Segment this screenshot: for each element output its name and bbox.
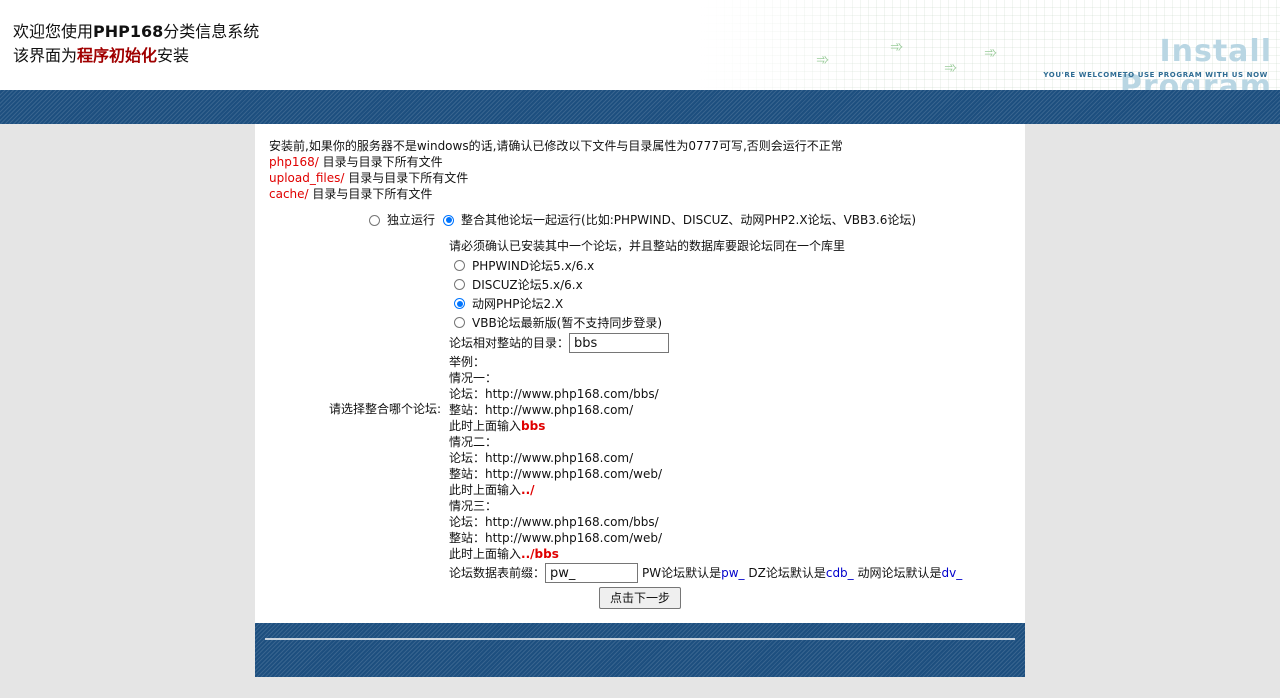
arrow-icon: ➾ <box>890 37 904 56</box>
table-prefix-input[interactable] <box>545 563 639 583</box>
forum-option-discuz[interactable]: DISCUZ论坛5.x/6.x <box>454 275 1019 294</box>
header: 欢迎您使用PHP168分类信息系统 该界面为程序初始化安装 ➾ ➾ ➾ ➾ In… <box>0 0 1280 90</box>
case-input-hint: 此时上面输入../bbs <box>449 546 1019 562</box>
forum-dir-label: 论坛相对整站的目录： <box>449 336 570 350</box>
welcome-text: 欢迎您使用PHP168分类信息系统 该界面为程序初始化安装 <box>13 20 259 68</box>
run-mode-row: 独立运行 整合其他论坛一起运行(比如:PHPWIND、DISCUZ、动网PHP2… <box>369 212 916 228</box>
forum-option-vbb[interactable]: VBB论坛最新版(暂不支持同步登录) <box>454 313 1019 332</box>
dz-default-label: DZ论坛默认是 <box>744 566 826 580</box>
path-cache: cache/ <box>269 187 309 201</box>
case-site-url: 整站：http://www.php168.com/web/ <box>449 467 663 481</box>
case-input-hint: 此时上面输入../ <box>449 482 1019 498</box>
case-input-prefix: 此时上面输入 <box>449 547 522 561</box>
forum-option-label[interactable]: VBB论坛最新版(暂不支持同步登录) <box>472 315 662 331</box>
forum-dir-row: 论坛相对整站的目录： <box>449 332 1019 354</box>
standalone-label[interactable]: 独立运行 <box>387 212 435 228</box>
integrated-radio[interactable] <box>443 214 455 226</box>
case-input-value: bbs <box>521 419 546 433</box>
forum-option-label[interactable]: DISCUZ论坛5.x/6.x <box>472 277 583 293</box>
path-line: upload_files/ 目录与目录下所有文件 <box>269 170 843 186</box>
app-name: PHP168 <box>93 22 164 41</box>
integrated-label[interactable]: 整合其他论坛一起运行(比如:PHPWIND、DISCUZ、动网PHP2.X论坛、… <box>461 212 916 228</box>
forum-instruction: 请必须确认已安装其中一个论坛，并且整站的数据库要跟论坛同在一个库里 <box>449 239 846 253</box>
install-form: 安装前,如果你的服务器不是windows的话,请确认已修改以下文件与目录属性为0… <box>255 124 1025 623</box>
next-step-button[interactable]: 点击下一步 <box>599 587 681 609</box>
footer-band <box>255 623 1025 677</box>
subtitle-highlight: 程序初始化 <box>77 46 158 65</box>
pw-default-value: pw_ <box>721 566 745 580</box>
example-title: 举例： <box>449 355 486 369</box>
forum-radio[interactable] <box>454 260 465 271</box>
arrow-icon: ➾ <box>944 58 958 77</box>
forum-radio[interactable] <box>454 317 465 328</box>
case-input-hint: 此时上面输入bbs <box>449 418 1019 434</box>
case-site-url: 整站：http://www.php168.com/ <box>449 403 634 417</box>
table-prefix-row: 论坛数据表前缀： PW论坛默认是pw_ DZ论坛默认是cdb_ 动网论坛默认是d… <box>449 562 1019 584</box>
forum-select-label: 请选择整合哪个论坛: <box>329 402 442 416</box>
dz-default-value: cdb_ <box>825 566 854 580</box>
forum-radio[interactable] <box>454 298 465 309</box>
path-line: php168/ 目录与目录下所有文件 <box>269 154 843 170</box>
case-input-value: ../bbs <box>521 547 559 561</box>
forum-radio[interactable] <box>454 279 465 290</box>
forum-options: 请必须确认已安装其中一个论坛，并且整站的数据库要跟论坛同在一个库里 PHPWIN… <box>449 237 1019 584</box>
case-forum-url: 论坛：http://www.php168.com/ <box>449 451 634 465</box>
header-band <box>0 90 1280 124</box>
path-desc: 目录与目录下所有文件 <box>308 187 433 201</box>
path-desc: 目录与目录下所有文件 <box>318 155 443 169</box>
table-prefix-label: 论坛数据表前缀： <box>449 566 546 580</box>
path-line: cache/ 目录与目录下所有文件 <box>269 186 843 202</box>
install-program-tagline: YOU'RE WELCOMETO USE PROGRAM WITH US NOW <box>1043 71 1268 79</box>
standalone-radio[interactable] <box>369 214 380 226</box>
forum-option-label[interactable]: PHPWIND论坛5.x/6.x <box>472 258 594 274</box>
case-title: 情况一： <box>449 371 498 385</box>
case-forum-url: 论坛：http://www.php168.com/bbs/ <box>449 387 659 401</box>
arrow-icon: ➾ <box>984 43 998 62</box>
case-input-value: ../ <box>521 483 535 497</box>
permission-notice: 安装前,如果你的服务器不是windows的话,请确认已修改以下文件与目录属性为0… <box>269 138 843 202</box>
notice-text: 安装前,如果你的服务器不是windows的话,请确认已修改以下文件与目录属性为0… <box>269 139 843 153</box>
subtitle-prefix: 该界面为 <box>13 46 78 65</box>
subtitle-suffix: 安装 <box>157 46 190 65</box>
case-title: 情况三： <box>449 499 498 513</box>
path-php168: php168/ <box>269 155 319 169</box>
pw-default-label: PW论坛默认是 <box>642 566 722 580</box>
welcome-suffix: 分类信息系统 <box>163 22 260 41</box>
forum-option-dvbbs[interactable]: 动网PHP论坛2.X <box>454 294 1019 313</box>
install-program-logo: Install Program <box>1119 34 1272 90</box>
path-desc: 目录与目录下所有文件 <box>344 171 469 185</box>
dv-default-label: 动网论坛默认是 <box>853 566 942 580</box>
dv-default-value: dv_ <box>941 566 963 580</box>
footer-divider <box>265 638 1015 640</box>
forum-dir-input[interactable] <box>569 333 670 353</box>
case-input-prefix: 此时上面输入 <box>449 419 522 433</box>
forum-option-label[interactable]: 动网PHP论坛2.X <box>472 296 563 312</box>
welcome-prefix: 欢迎您使用 <box>13 22 94 41</box>
forum-option-phpwind[interactable]: PHPWIND论坛5.x/6.x <box>454 256 1019 275</box>
case-input-prefix: 此时上面输入 <box>449 483 522 497</box>
arrow-icon: ➾ <box>816 50 830 69</box>
case-site-url: 整站：http://www.php168.com/web/ <box>449 531 663 545</box>
path-upload-files: upload_files/ <box>269 171 345 185</box>
case-title: 情况二： <box>449 435 498 449</box>
case-forum-url: 论坛：http://www.php168.com/bbs/ <box>449 515 659 529</box>
